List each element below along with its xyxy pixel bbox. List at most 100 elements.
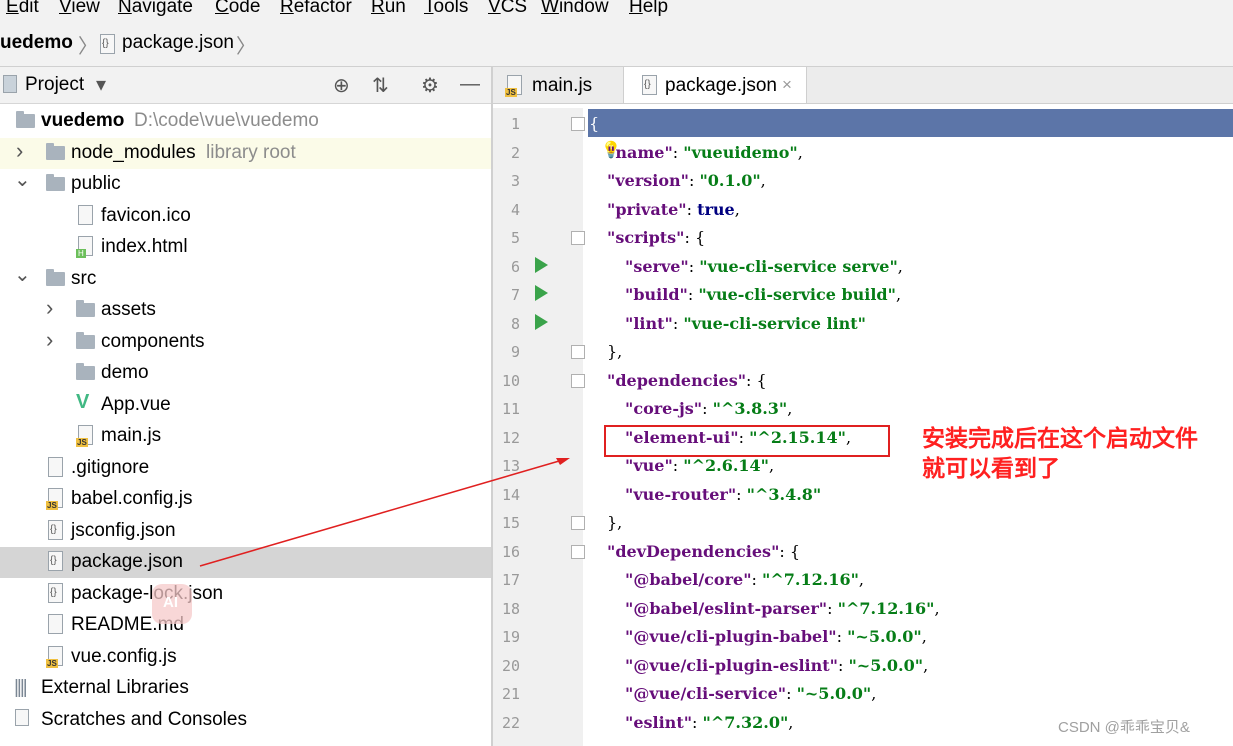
line-number: 6	[510, 258, 520, 276]
tree-item-demo[interactable]: demo	[0, 358, 491, 389]
tree-item-vuedemo[interactable]: vuedemo D:\code\vue\vuedemo	[0, 106, 491, 137]
tree-item-components[interactable]: › components	[0, 327, 491, 358]
folder-icon	[46, 143, 65, 160]
editor-tabs: JS main.js {} package.json ×	[493, 67, 1233, 104]
menu-window[interactable]: Window	[541, 0, 609, 18]
tree-item-external-libraries[interactable]: |||| External Libraries	[0, 673, 491, 704]
folder-icon	[16, 111, 35, 128]
menu-help[interactable]: Help	[629, 0, 668, 18]
tree-item-package-json[interactable]: {} package.json	[0, 547, 491, 578]
scratches-icon	[15, 709, 29, 726]
code-line: },	[607, 513, 623, 532]
breadcrumb-project[interactable]: uedemo	[0, 31, 73, 55]
line-number: 12	[501, 429, 520, 447]
project-icon	[3, 75, 17, 93]
gear-icon[interactable]: ⚙	[421, 73, 439, 98]
code-line: "serve": "vue-cli-service serve",	[625, 257, 903, 276]
line-number: 2	[510, 144, 520, 162]
project-tree: vuedemo D:\code\vue\vuedemo › node_modul…	[0, 104, 491, 746]
menu-refactor[interactable]: Refactor	[280, 0, 352, 18]
tree-item-scratches[interactable]: Scratches and Consoles	[0, 705, 491, 736]
line-number: 1	[510, 115, 520, 133]
menu-view[interactable]: View	[59, 0, 100, 18]
menu-vcs[interactable]: VCS	[488, 0, 527, 18]
chevron-down-icon[interactable]: ⌄	[14, 262, 31, 287]
run-script-icon[interactable]	[535, 285, 548, 301]
html-file-icon: H	[76, 236, 93, 258]
js-file-icon: JS	[76, 425, 93, 447]
tree-item-assets[interactable]: › assets	[0, 295, 491, 326]
code-line: "@vue/cli-plugin-babel": "~5.0.0",	[625, 627, 927, 646]
tree-item-index-html[interactable]: H index.html	[0, 232, 491, 263]
chevron-right-icon[interactable]: ›	[46, 327, 53, 353]
hide-panel-icon[interactable]: —	[460, 73, 480, 96]
code-line: "eslint": "^7.32.0",	[625, 713, 794, 732]
close-icon[interactable]: ×	[782, 75, 792, 95]
code-line: "core-js": "^3.8.3",	[625, 399, 793, 418]
tree-item-src[interactable]: ⌄ src	[0, 264, 491, 295]
tree-item-babel-config[interactable]: JS babel.config.js	[0, 484, 491, 515]
line-number: 18	[501, 600, 520, 618]
code-line: },	[607, 342, 623, 361]
code-line: {	[589, 114, 600, 133]
chevron-right-icon[interactable]: ›	[46, 295, 53, 321]
run-script-icon[interactable]	[535, 314, 548, 330]
tree-item-vue-config[interactable]: JS vue.config.js	[0, 642, 491, 673]
collapse-all-icon[interactable]: ⇅	[372, 73, 389, 98]
line-number: 21	[501, 685, 520, 703]
project-title[interactable]: Project	[25, 74, 84, 96]
line-number: 4	[510, 201, 520, 219]
js-file-icon: JS	[46, 488, 63, 510]
tree-item-app-vue[interactable]: V App.vue	[0, 390, 491, 421]
tree-item-readme[interactable]: README.md	[0, 610, 491, 641]
line-number: 13	[501, 457, 520, 475]
chevron-right-icon: 〉	[236, 36, 256, 58]
folder-icon	[46, 269, 65, 286]
json-file-icon: {}	[100, 34, 115, 54]
js-file-icon: JS	[505, 75, 522, 97]
line-number: 8	[510, 315, 520, 333]
csdn-watermark: CSDN @乖乖宝贝&	[1058, 719, 1190, 736]
tree-item-jsconfig[interactable]: {} jsconfig.json	[0, 516, 491, 547]
menu-edit[interactable]: Edit	[6, 0, 39, 18]
folder-icon	[76, 332, 95, 349]
code-line: "devDependencies": {	[607, 542, 801, 561]
chevron-down-icon[interactable]: ⌄	[14, 167, 31, 192]
json-file-icon: {}	[48, 551, 63, 571]
menu-tools[interactable]: Tools	[424, 0, 468, 18]
annotation-note: 安装完成后在这个启动文件 就可以看到了	[922, 425, 1198, 481]
line-number: 3	[510, 172, 520, 190]
code-line: "vue-router": "^3.4.8"	[625, 485, 822, 504]
line-number: 16	[501, 543, 520, 561]
folder-icon	[76, 363, 95, 380]
code-line: "@babel/eslint-parser": "^7.12.16",	[625, 599, 940, 618]
chevron-right-icon[interactable]: ›	[16, 138, 23, 164]
code-line: "lint": "vue-cli-service lint"	[625, 314, 866, 333]
line-number: 20	[501, 657, 520, 675]
breadcrumb-file[interactable]: package.json	[122, 31, 234, 55]
json-file-icon: {}	[48, 583, 63, 603]
tree-item-package-lock[interactable]: {} package-lock.json	[0, 579, 491, 610]
tree-item-favicon[interactable]: favicon.ico	[0, 201, 491, 232]
breadcrumb: uedemo 〉 {} package.json 〉	[0, 20, 1233, 67]
tree-item-gitignore[interactable]: .gitignore	[0, 453, 491, 484]
code-line: "@babel/core": "^7.12.16",	[625, 570, 865, 589]
run-script-icon[interactable]	[535, 257, 548, 273]
dropdown-icon[interactable]: ▾	[96, 72, 106, 97]
code-line: "scripts": {	[607, 228, 706, 247]
tree-item-main-js[interactable]: JS main.js	[0, 421, 491, 452]
tree-item-node-modules[interactable]: › node_modules library root	[0, 138, 491, 169]
menu-run[interactable]: Run	[371, 0, 406, 18]
tab-main-js[interactable]: JS main.js	[493, 67, 623, 103]
text-file-icon	[48, 457, 63, 477]
tree-item-public[interactable]: ⌄ public	[0, 169, 491, 200]
line-number: 17	[501, 571, 520, 589]
chevron-right-icon: 〉	[78, 36, 98, 58]
locate-icon[interactable]: ⊕	[333, 73, 350, 98]
menu-code[interactable]: Code	[215, 0, 260, 18]
line-number: 10	[501, 372, 520, 390]
menu-navigate[interactable]: Navigate	[118, 0, 193, 18]
folder-icon	[46, 174, 65, 191]
tab-package-json[interactable]: {} package.json ×	[623, 67, 807, 103]
line-number: 15	[501, 514, 520, 532]
